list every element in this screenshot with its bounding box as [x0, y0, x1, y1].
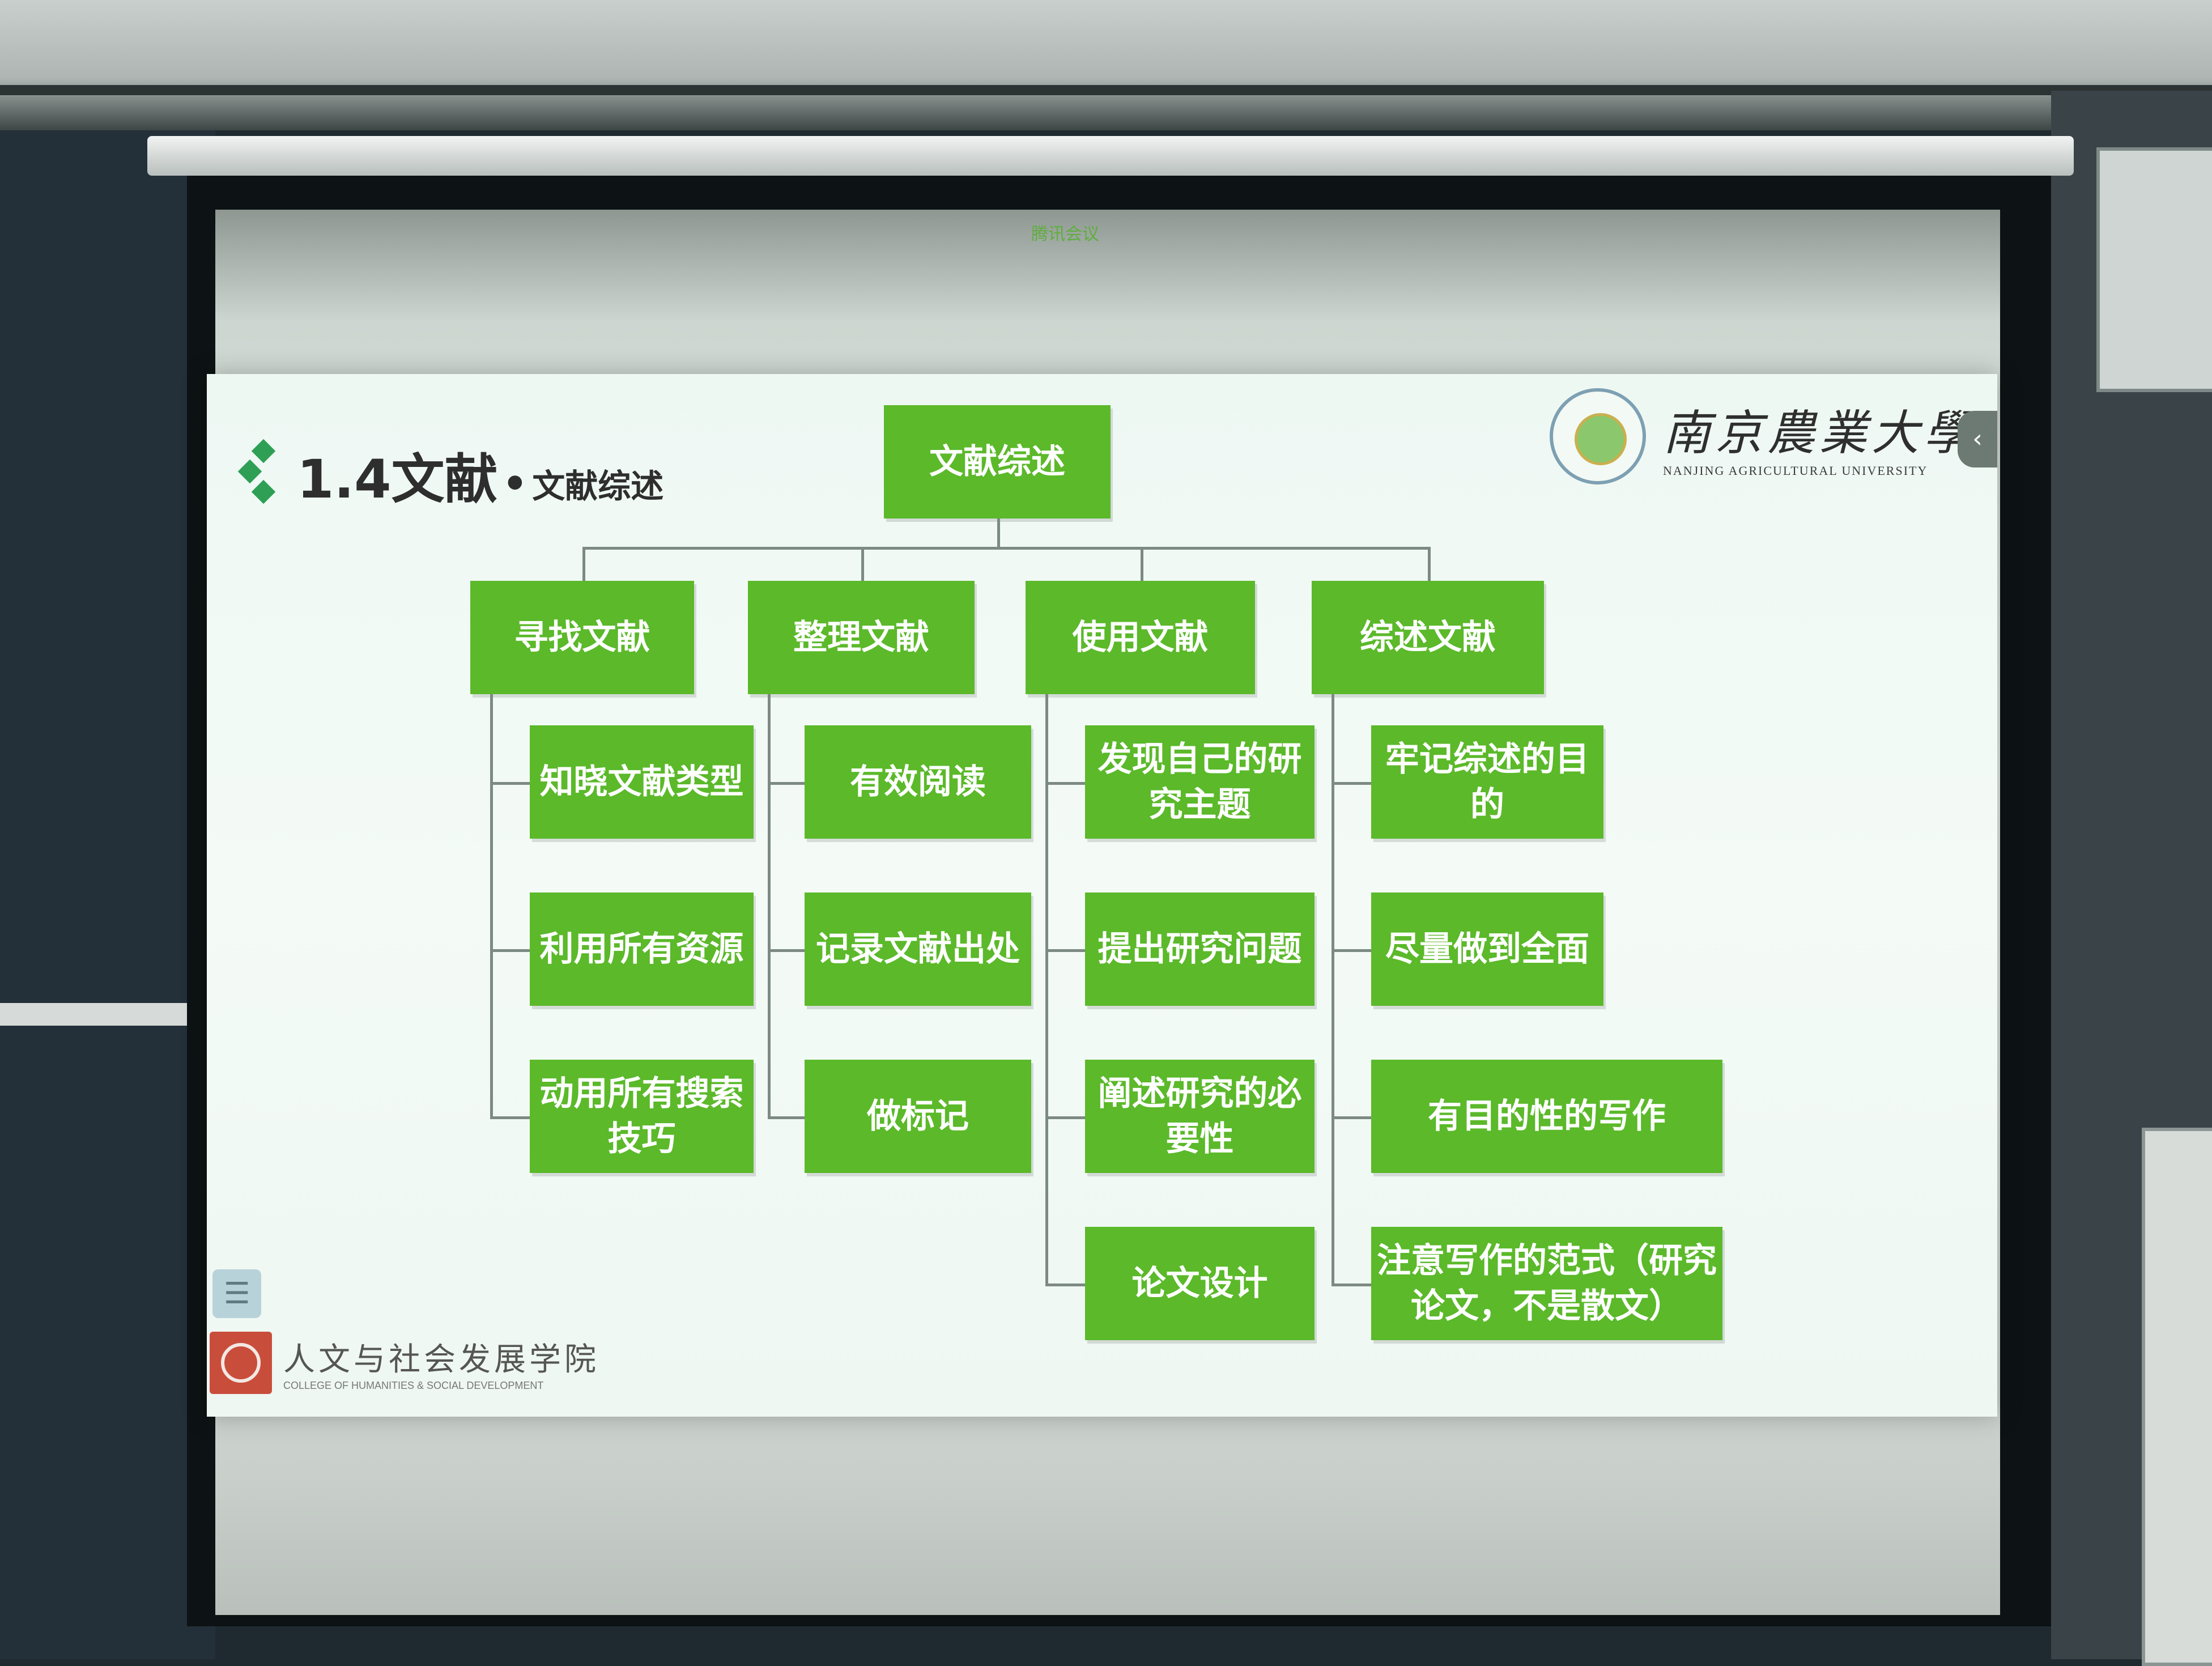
child-node: 发现自己的研究主题	[1085, 725, 1315, 839]
child-node: 知晓文献类型	[530, 725, 754, 839]
branch-drop-3	[1140, 547, 1143, 581]
university-seal-icon	[1550, 388, 1646, 484]
college-name-en: COLLEGE OF HUMANITIES & SOCIAL DEVELOPME…	[283, 1380, 544, 1391]
college-logo: 人文与社会发展学院 COLLEGE OF HUMANITIES & SOCIAL…	[210, 1332, 599, 1394]
title-subtitle: 文献综述	[532, 467, 664, 505]
child-connector	[1045, 782, 1085, 785]
university-logo: 南京農業大學 NANJING AGRICULTURAL UNIVERSITY	[1550, 388, 1976, 484]
child-connector	[768, 1116, 805, 1119]
branch-drop-2	[861, 547, 864, 581]
branch-node-4: 综述文献	[1312, 581, 1544, 694]
meeting-status-bar: 腾讯会议	[1031, 224, 1099, 244]
child-connector	[768, 782, 805, 785]
child-connector	[1332, 782, 1371, 785]
child-node: 动用所有搜索技巧	[530, 1060, 754, 1173]
root-node: 文献综述	[884, 405, 1111, 518]
menu-icon[interactable]: ☰	[212, 1269, 261, 1318]
child-node: 注意写作的范式（研究论文，不是散文）	[1371, 1227, 1722, 1340]
blackboard	[0, 130, 215, 1659]
university-name-cn: 南京農業大學	[1663, 405, 1976, 461]
branch-node-2: 整理文献	[748, 581, 975, 694]
branch-spine-1	[490, 694, 493, 1116]
child-connector	[490, 782, 530, 785]
ceiling-edge	[0, 85, 2212, 95]
child-node: 做标记	[805, 1060, 1031, 1173]
child-node: 牢记综述的目的	[1371, 725, 1603, 839]
presentation-slide: 1.4文献 • 文献综述 南京農業大學 NANJING AGRICULTURAL…	[207, 374, 1997, 1417]
child-node: 论文设计	[1085, 1227, 1315, 1340]
child-node: 利用所有资源	[530, 892, 754, 1006]
child-connector	[1332, 949, 1371, 952]
branch-drop-4	[1428, 547, 1431, 581]
college-emblem-icon	[210, 1332, 272, 1394]
child-connector	[1332, 1116, 1371, 1119]
branch-spine-2	[768, 694, 771, 1116]
slide-title: 1.4文献 • 文献综述	[237, 436, 664, 513]
child-connector	[1045, 949, 1085, 952]
projector-screen-case	[147, 136, 2074, 176]
child-connector	[490, 949, 530, 952]
child-connector	[490, 1116, 530, 1119]
child-node: 提出研究问题	[1085, 892, 1315, 1006]
root-connector	[997, 518, 1000, 547]
college-name-cn: 人文与社会发展学院	[283, 1341, 599, 1378]
child-connector	[1045, 1116, 1085, 1119]
wall-board	[2142, 1128, 2212, 1666]
branch-node-1: 寻找文献	[470, 581, 694, 694]
chevron-left-icon[interactable]: ‹	[1958, 411, 1997, 468]
chalk-ledge	[0, 1003, 187, 1026]
branch-bus	[582, 547, 1428, 550]
title-separator: •	[502, 461, 528, 507]
child-node: 有目的性的写作	[1371, 1060, 1722, 1173]
branch-drop-1	[582, 547, 585, 581]
branch-node-3: 使用文献	[1026, 581, 1255, 694]
child-connector	[768, 949, 805, 952]
title-main: 1.4文献	[297, 449, 498, 511]
child-node: 记录文献出处	[805, 892, 1031, 1006]
child-node: 尽量做到全面	[1371, 892, 1603, 1006]
child-node: 有效阅读	[805, 725, 1031, 839]
university-name-en: NANJING AGRICULTURAL UNIVERSITY	[1663, 463, 1928, 478]
wall-top	[0, 0, 2212, 130]
child-connector	[1332, 1284, 1371, 1286]
wall-poster	[2096, 147, 2212, 392]
diamond-bullet-icon	[237, 438, 289, 512]
child-node: 阐述研究的必要性	[1085, 1060, 1315, 1173]
child-connector	[1045, 1284, 1085, 1286]
